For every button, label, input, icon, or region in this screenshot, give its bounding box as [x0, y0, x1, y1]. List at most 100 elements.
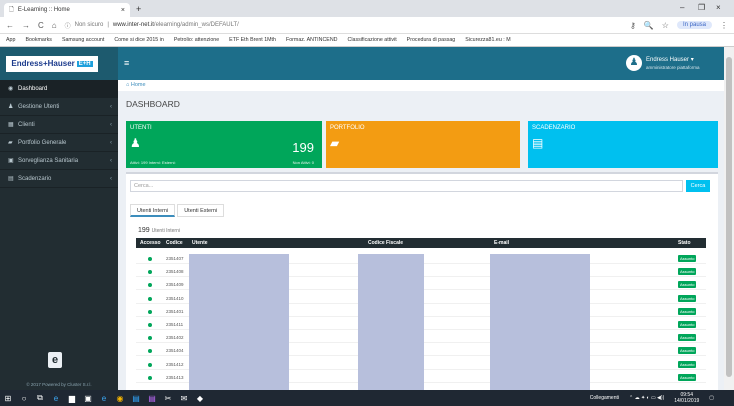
tile-portfolio[interactable]: PORTFOLIO ▰ [326, 121, 520, 168]
profile-button[interactable]: In pausa [676, 21, 712, 29]
search-input[interactable]: Cerca... [130, 180, 683, 192]
premiere-icon[interactable]: ▤ [144, 394, 160, 403]
user-menu[interactable]: Endress Hauser ▾ amministratore piattafo… [646, 56, 700, 72]
home-icon[interactable]: ⌂ [52, 21, 57, 30]
tab-utenti-esterni[interactable]: Utenti Esterni [177, 204, 225, 217]
page-title: DASHBOARD [126, 99, 180, 109]
windows-start-icon[interactable]: ⊞ [0, 394, 16, 403]
row-code: 2351407 [166, 256, 184, 261]
chevron-icon: ‹ [110, 139, 112, 146]
bookmark-item[interactable]: Bookmarks [25, 37, 52, 43]
photoshop-icon[interactable]: ▤ [128, 394, 144, 403]
status-badge[interactable]: Assunto [678, 373, 697, 381]
tray-icons[interactable]: ⌃ ☁ ✦ ◐ ▭ ◀)) [629, 395, 664, 401]
app-icon[interactable]: ◆ [192, 394, 208, 403]
redacted-email [490, 254, 590, 392]
row-code: 2351408 [166, 269, 184, 275]
bookmarks-bar: App Bookmarks Samsung account Come si di… [0, 34, 734, 47]
col-codice[interactable]: Codice [166, 240, 183, 246]
sidebar-item-scadenzario[interactable]: ▤ Scadenzario ‹ [0, 170, 118, 188]
status-badge[interactable]: Assunto [678, 281, 697, 289]
status-badge[interactable]: Assunto [678, 255, 697, 262]
access-status-icon [148, 270, 152, 275]
notification-icon[interactable]: ▢ [709, 395, 714, 401]
back-icon[interactable]: ← [6, 21, 14, 30]
bookmark-item[interactable]: Formaz. ANTINCEND [286, 37, 338, 43]
minimize-icon[interactable]: – [680, 3, 684, 12]
bookmark-item[interactable]: Classificazione attivit [348, 37, 397, 43]
status-badge[interactable]: Assunto [678, 360, 697, 368]
status-badge[interactable]: Assunto [678, 307, 697, 315]
bookmark-item[interactable]: Samsung account [62, 37, 104, 43]
col-stato[interactable]: Stato [678, 240, 691, 246]
chevron-icon: ‹ [110, 175, 112, 182]
tab-utenti-interni[interactable]: Utenti Interni [130, 204, 176, 217]
tools-icon[interactable]: ✂ [160, 394, 176, 403]
breadcrumb-home[interactable]: Home [131, 82, 146, 88]
breadcrumb: ⌂ Home [118, 80, 724, 91]
bookmark-item[interactable]: Procedura di passag [407, 37, 456, 43]
task-view-icon[interactable]: ⧉ [32, 393, 48, 403]
bookmark-item[interactable]: App [6, 37, 15, 43]
search-icon[interactable]: ○ [16, 394, 32, 403]
hamburger-icon[interactable]: ≡ [124, 58, 129, 68]
maximize-icon[interactable]: ❐ [698, 3, 705, 12]
links-label[interactable]: Collegamenti [590, 395, 619, 401]
edge-icon[interactable]: e [48, 394, 64, 403]
logo[interactable]: Endress+Hauser E+H [0, 47, 118, 80]
ie-icon[interactable]: e [96, 394, 112, 403]
status-badge[interactable]: Assunto [678, 268, 697, 276]
access-status-icon [148, 323, 152, 327]
browser-tab[interactable]: 🗋 E-Learning :: Home × [4, 3, 130, 17]
window-close-icon[interactable]: × [716, 3, 721, 12]
chevron-icon: ‹ [110, 103, 112, 110]
tile-scadenzario[interactable]: SCADENZARIO ▤ [528, 121, 718, 168]
sidebar-item-clienti[interactable]: ▦ Clienti ‹ [0, 116, 118, 134]
row-code: 2351411 [166, 322, 184, 327]
tile-utenti[interactable]: UTENTI ♟ 199 Attivi: 199 Interni: Estern… [126, 121, 322, 168]
close-tab-icon[interactable]: × [121, 7, 125, 14]
dashboard-icon: ◉ [8, 86, 14, 92]
bookmark-item[interactable]: ETF Eth Brent 1Mth [229, 37, 276, 43]
col-codice-fiscale[interactable]: Codice Fiscale [368, 240, 403, 246]
status-badge[interactable]: Assunto [678, 334, 697, 342]
sidebar-item-portfolio[interactable]: ▰ Portfolio Generale ‹ [0, 134, 118, 152]
mail-icon[interactable]: ✉ [176, 394, 192, 403]
new-tab-button[interactable]: + [136, 4, 141, 14]
store-icon[interactable]: ▣ [80, 394, 96, 403]
search-button[interactable]: Cerca [686, 180, 710, 192]
star-icon[interactable]: ☆ [662, 21, 669, 30]
sidebar-item-sorveglianza[interactable]: ▣ Sorveglianza Sanitaria ‹ [0, 152, 118, 170]
col-accesso[interactable]: Accesso [140, 240, 161, 246]
page-icon: 🗋 [9, 7, 14, 13]
info-icon: ⓘ [64, 23, 71, 30]
col-email[interactable]: E-mail [494, 240, 509, 246]
clock[interactable]: 09:54 14/01/2019 [674, 392, 699, 404]
avatar[interactable]: ♟ [626, 55, 642, 71]
top-navbar: ≡ ♟ Endress Hauser ▾ amministratore piat… [118, 47, 724, 80]
status-badge[interactable]: Assunto [678, 294, 697, 302]
bookmark-item[interactable]: Come si dice 2015 in [114, 37, 163, 43]
caret-down-icon: ▾ [690, 57, 694, 63]
page-scrollbar[interactable] [724, 47, 734, 390]
zoom-icon[interactable]: 🔍 [644, 21, 654, 30]
key-icon[interactable]: ⚷ [630, 21, 636, 30]
access-status-icon [148, 336, 152, 341]
url-field[interactable]: ⓘ Non sicuro | www.inter-net.it/elearnin… [65, 21, 239, 30]
sidebar-item-dashboard[interactable]: ◉ Dashboard [0, 80, 118, 98]
folder-icon: ▰ [8, 140, 13, 146]
status-badge[interactable]: Assunto [678, 347, 697, 355]
bookmark-item[interactable]: Petrolio: attenzione [174, 37, 219, 43]
col-utente[interactable]: Utente [192, 240, 208, 246]
forward-icon[interactable]: → [22, 21, 30, 30]
sidebar-item-gestione-utenti[interactable]: ♟ Gestione Utenti ‹ [0, 98, 118, 116]
chrome-icon[interactable]: ◉ [112, 394, 128, 403]
reload-icon[interactable]: C [38, 21, 44, 30]
file-explorer-icon[interactable]: ▆ [64, 394, 80, 403]
bookmark-item[interactable]: Sicurezza81.eu : M [465, 37, 510, 43]
status-badge[interactable]: Assunto [678, 321, 697, 328]
scrollbar-thumb[interactable] [726, 57, 732, 377]
menu-dots-icon[interactable]: ⋮ [720, 21, 728, 30]
windows-taskbar: ⊞ ○ ⧉ e ▆ ▣ e ◉ ▤ ▤ ✂ ✉ ◆ Collegamenti ⌃… [0, 390, 734, 406]
tile-value: 199 [292, 140, 314, 155]
